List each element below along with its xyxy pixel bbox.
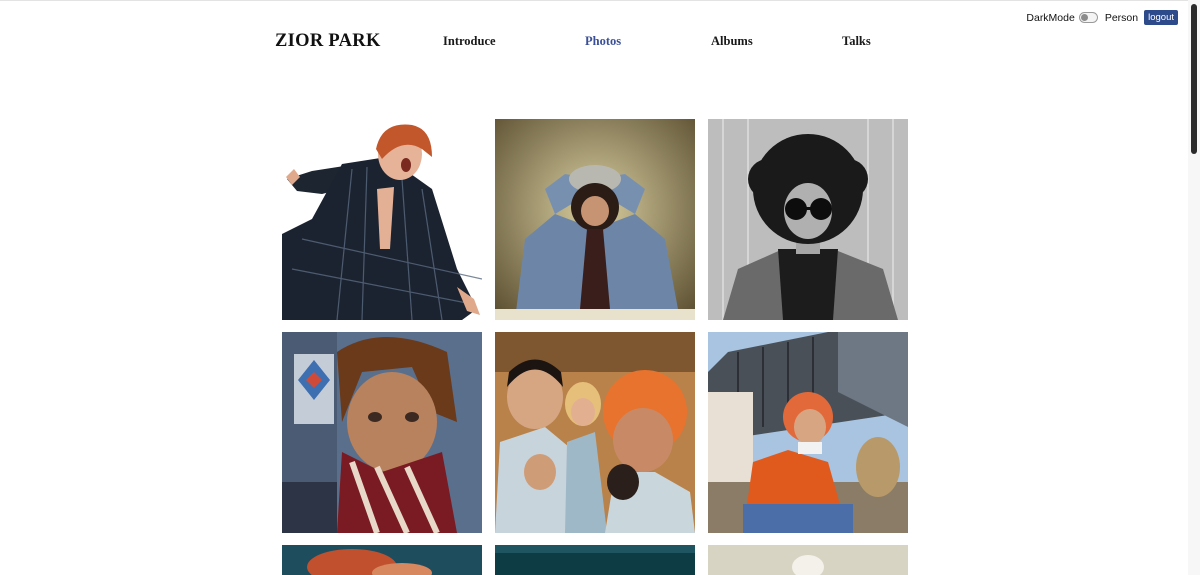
photo-group-selfie[interactable]	[495, 332, 695, 533]
toggle-knob	[1080, 14, 1088, 21]
photo-hands-on-head-denim[interactable]	[495, 119, 695, 320]
scrollbar-track[interactable]	[1188, 0, 1200, 575]
photo-striped-suit-pose[interactable]	[282, 119, 482, 320]
top-divider	[0, 0, 1188, 1]
photo-closeup-knit-sweater[interactable]	[282, 332, 482, 533]
photo-curly-hair-sunglasses[interactable]	[708, 119, 908, 320]
darkmode-toggle[interactable]	[1078, 12, 1098, 23]
nav-introduce[interactable]: Introduce	[443, 34, 496, 49]
person-label[interactable]: Person	[1105, 12, 1138, 24]
photo-partial-1[interactable]	[282, 545, 482, 575]
site-logo[interactable]: ZIOR PARK	[275, 31, 381, 52]
photo-partial-2[interactable]	[495, 545, 695, 575]
nav-photos[interactable]: Photos	[585, 34, 621, 49]
darkmode-label: DarkMode	[1026, 11, 1075, 24]
nav-talks[interactable]: Talks	[842, 34, 871, 49]
scrollbar-thumb[interactable]	[1191, 4, 1197, 154]
page: DarkMode Person logout ZIOR PARK Introdu…	[0, 0, 1200, 575]
photo-partial-3[interactable]	[708, 545, 908, 575]
photo-orange-sweater-outdoor[interactable]	[708, 332, 908, 533]
nav-albums[interactable]: Albums	[711, 34, 753, 49]
logout-button[interactable]: logout	[1144, 10, 1178, 25]
top-utility-bar: DarkMode Person logout	[1026, 10, 1178, 25]
